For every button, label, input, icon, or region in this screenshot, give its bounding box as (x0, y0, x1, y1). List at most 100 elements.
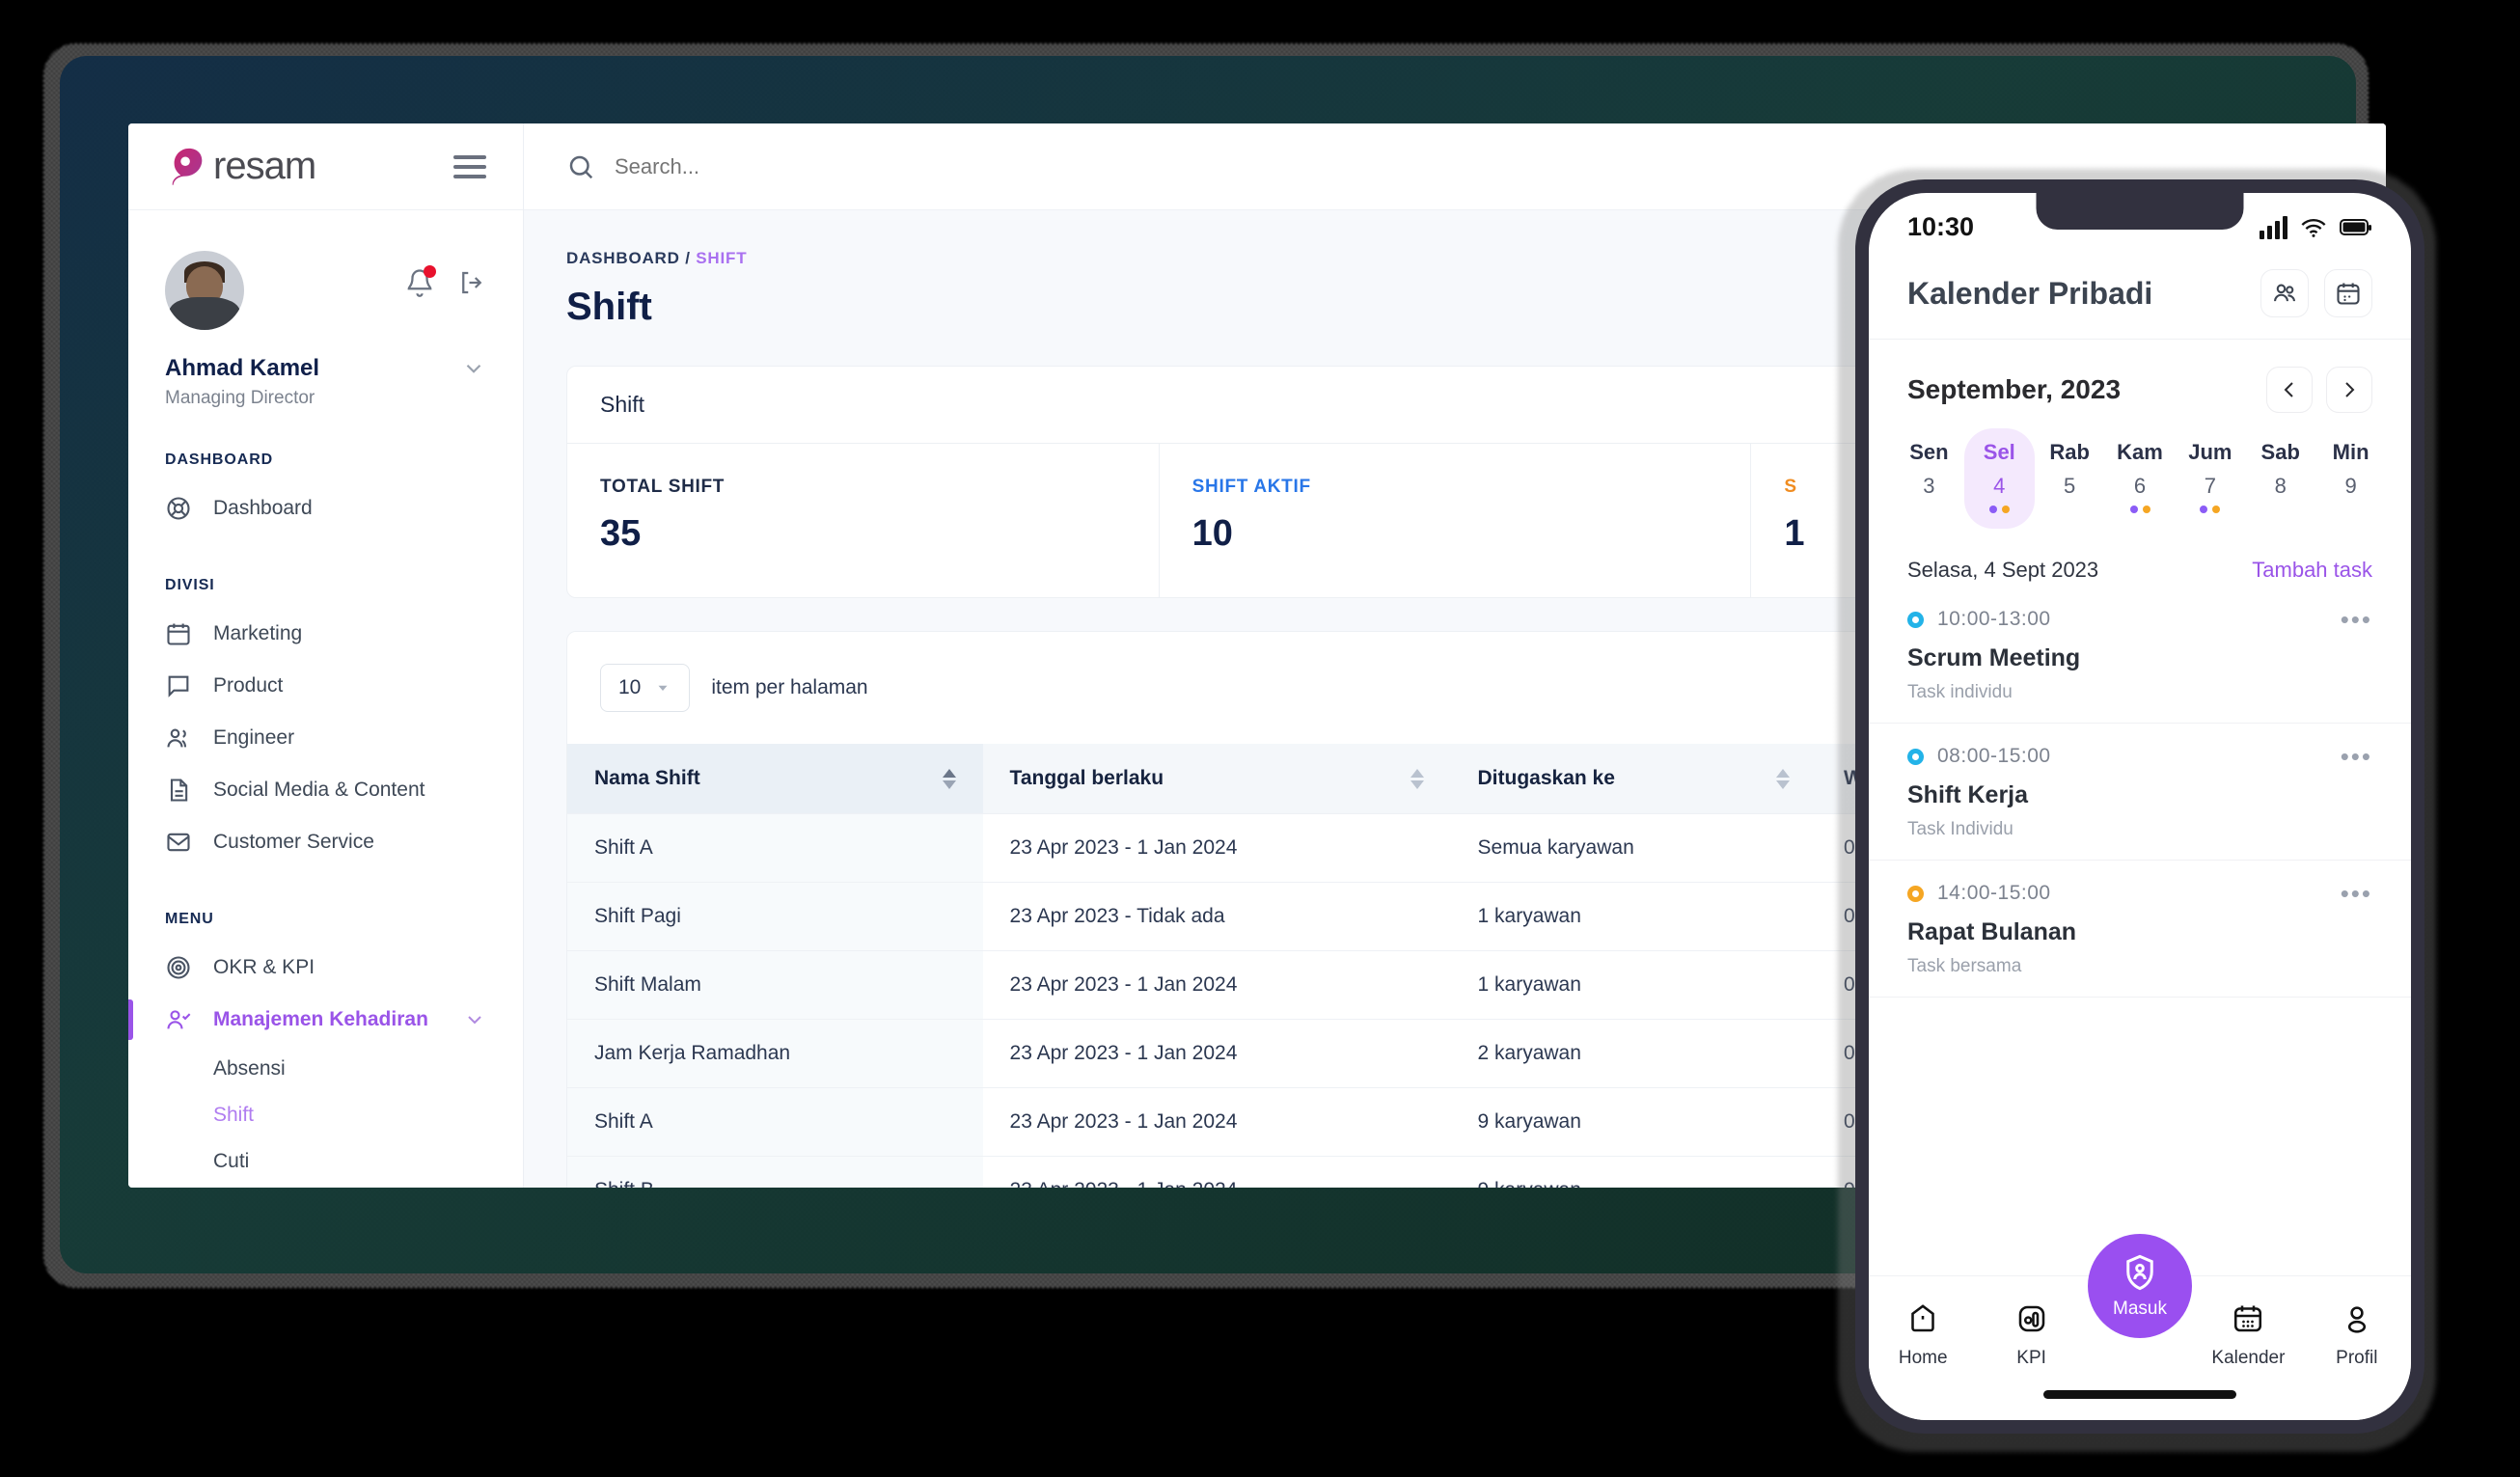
sort-icon[interactable] (1776, 768, 1791, 789)
calendar-header: September, 2023 (1869, 340, 2411, 423)
target-icon (165, 954, 192, 981)
per-page-select[interactable]: 10 (600, 664, 691, 712)
breadcrumb-root[interactable]: DASHBOARD (566, 249, 680, 267)
search-input[interactable] (615, 153, 1193, 179)
users-icon (165, 725, 192, 752)
sidebar-profile: Ahmad Kamel Managing Director (128, 210, 523, 409)
day-number: 8 (2274, 474, 2287, 498)
calendar-day[interactable]: Jum 7 (2175, 428, 2245, 529)
task-item[interactable]: 14:00-15:00 ••• Rapat Bulanan Task bersa… (1869, 861, 2411, 998)
column-header-nama-shift[interactable]: Nama Shift (567, 744, 983, 814)
logout-button[interactable] (457, 268, 486, 297)
sidebar-item-engineer[interactable]: Engineer (128, 712, 523, 764)
calendar-day-selected[interactable]: Sel 4 (1963, 428, 2035, 529)
stat-label: TOTAL SHIFT (600, 477, 726, 497)
calendar-day[interactable]: Sen 3 (1894, 428, 1964, 529)
sidebar-section-label-divisi: DIVISI (165, 577, 215, 593)
calendar-day-strip: Sen 3 Sel 4 Rab 5 Kam 6 Jum 7 Sab 8 Min … (1869, 423, 2411, 542)
app-logo[interactable]: resam (165, 145, 316, 189)
sidebar-item-okr-kpi[interactable]: OKR & KPI (128, 942, 523, 994)
tab-kpi[interactable]: KPI (1977, 1301, 2085, 1369)
calendar-button[interactable] (2324, 269, 2372, 317)
cell-tanggal: 23 Apr 2023 - 1 Jan 2024 (982, 813, 1451, 883)
battery-icon (2340, 218, 2371, 235)
people-button[interactable] (2260, 269, 2309, 317)
sidebar-item-label: Marketing (213, 622, 303, 644)
day-dots (2105, 506, 2176, 519)
day-name: Min (2332, 440, 2369, 464)
calendar-day[interactable]: Rab 5 (2035, 428, 2105, 529)
stat-total-shift: TOTAL SHIFT 35 (567, 444, 1160, 597)
task-item[interactable]: 10:00-13:00 ••• Scrum Meeting Task indiv… (1869, 587, 2411, 724)
sort-icon[interactable] (942, 768, 956, 789)
sidebar-item-dashboard[interactable]: Dashboard (128, 482, 523, 534)
day-name: Sab (2260, 440, 2300, 464)
more-horizontal-icon[interactable]: ••• (2341, 744, 2372, 769)
task-time: 10:00-13:00 (1937, 608, 2051, 630)
task-item[interactable]: 08:00-15:00 ••• Shift Kerja Task Individ… (1869, 724, 2411, 861)
day-name: Jum (2188, 440, 2232, 464)
task-name: Rapat Bulanan (1907, 918, 2077, 945)
next-month-button[interactable] (2326, 367, 2372, 413)
stat-value: 10 (1192, 513, 1233, 554)
day-dots (2315, 506, 2386, 519)
tab-kalender[interactable]: Kalender (2194, 1301, 2302, 1369)
task-type: Task bersama (1907, 956, 2022, 976)
task-status-dot (1907, 611, 1924, 628)
screenshot-stage: resam Ahmad Kamel Managing Director DASH… (0, 0, 2520, 1477)
wifi-icon (2301, 218, 2326, 237)
tab-label: Kalender (2211, 1348, 2286, 1368)
signal-bars-icon (2260, 215, 2287, 239)
column-header-ditugaskan-ke[interactable]: Ditugaskan ke (1450, 744, 1818, 814)
masuk-fab-button[interactable]: Masuk (2088, 1234, 2192, 1338)
day-number: 7 (2204, 474, 2216, 498)
status-time: 10:30 (1907, 212, 1975, 241)
sidebar-section-label-dashboard: DASHBOARD (165, 451, 274, 468)
cell-nama: Jam Kerja Ramadhan (567, 1019, 983, 1088)
sidebar-item-product[interactable]: Product (128, 660, 523, 712)
day-dots (2245, 506, 2315, 519)
more-horizontal-icon[interactable]: ••• (2341, 607, 2372, 632)
resam-logo-icon (172, 148, 203, 185)
more-horizontal-icon[interactable]: ••• (2341, 881, 2372, 906)
cell-ditugaskan: 1 karyawan (1450, 882, 1818, 951)
sort-icon[interactable] (1410, 768, 1424, 789)
sidebar-item-customer-service[interactable]: Customer Service (128, 816, 523, 868)
column-header-tanggal-berlaku[interactable]: Tanggal berlaku (982, 744, 1451, 814)
sidebar-item-social-media-content[interactable]: Social Media & Content (128, 764, 523, 816)
column-label: Ditugaskan ke (1477, 767, 1615, 789)
sidebar-section-label-menu: MENU (165, 911, 214, 927)
per-page-value: 10 (618, 676, 642, 698)
chevron-down-icon[interactable] (461, 356, 486, 381)
sidebar-subitem-shift[interactable]: Shift (128, 1092, 523, 1138)
hamburger-icon[interactable] (453, 154, 486, 178)
day-dots (1964, 506, 2035, 519)
task-name: Scrum Meeting (1907, 644, 2081, 671)
task-status-dot (1907, 885, 1924, 902)
cell-nama: Shift A (567, 1087, 983, 1157)
chevron-down-icon[interactable] (463, 1008, 486, 1031)
cell-ditugaskan: 1 karyawan (1450, 950, 1818, 1020)
tab-label: KPI (2016, 1348, 2046, 1368)
add-task-button[interactable]: Tambah task (2252, 558, 2372, 583)
calendar-day[interactable]: Sab 8 (2245, 428, 2315, 529)
sidebar: resam Ahmad Kamel Managing Director DASH… (128, 123, 524, 1188)
cell-tanggal: 23 Apr 2023 - 1 Jan 2024 (982, 950, 1451, 1020)
cell-ditugaskan: 2 karyawan (1450, 1019, 1818, 1088)
sidebar-subitem-absensi[interactable]: Absensi (128, 1046, 523, 1092)
sidebar-item-manajemen-kehadiran[interactable]: Manajemen Kehadiran (128, 994, 523, 1046)
tab-profil[interactable]: Profil (2303, 1301, 2411, 1369)
day-number: 3 (1923, 474, 1935, 498)
sidebar-subitem-cuti[interactable]: Cuti (128, 1138, 523, 1185)
logo-text: resam (213, 145, 316, 187)
calendar-day[interactable]: Kam 6 (2105, 428, 2176, 529)
home-icon (1911, 1304, 1934, 1332)
prev-month-button[interactable] (2266, 367, 2313, 413)
notification-bell-button[interactable] (405, 265, 436, 297)
cell-tanggal: 23 Apr 2023 - 1 Jan 2024 (982, 1019, 1451, 1088)
avatar[interactable] (165, 251, 244, 330)
calendar-day[interactable]: Min 9 (2315, 428, 2386, 529)
calendar-month-label: September, 2023 (1907, 374, 2122, 404)
tab-home[interactable]: Home (1869, 1301, 1977, 1369)
sidebar-item-marketing[interactable]: Marketing (128, 608, 523, 660)
